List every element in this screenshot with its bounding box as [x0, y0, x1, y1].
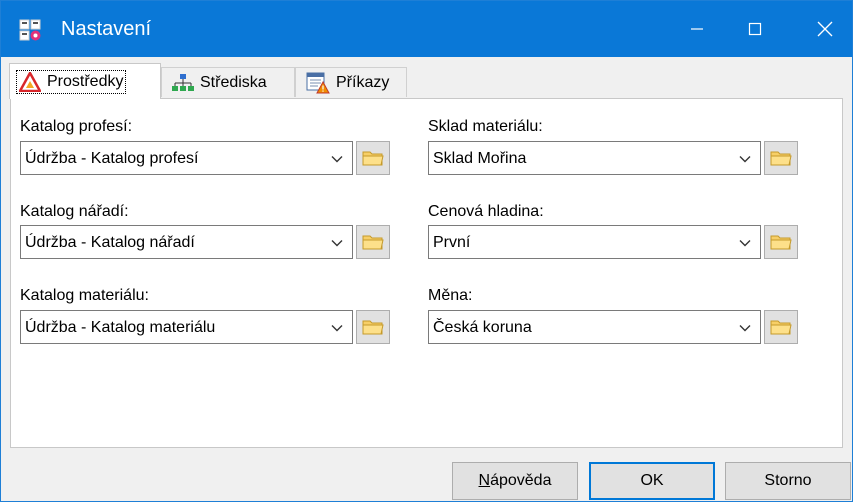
help-button[interactable]: Nápověda — [452, 462, 578, 500]
sklad-materialu-browse-button[interactable] — [764, 141, 798, 175]
cancel-label: Storno — [764, 472, 812, 489]
combo-value: Údržba - Katalog profesí — [25, 150, 199, 167]
tab-prostredky[interactable]: Prostředky — [9, 63, 161, 99]
close-button[interactable] — [795, 1, 853, 57]
katalog-profesi-label: Katalog profesí: — [20, 118, 133, 135]
tab-strip: Prostředky Střediska Příkazy — [9, 63, 842, 99]
tab-label: Prostředky — [47, 72, 124, 90]
maximize-button[interactable] — [725, 1, 785, 57]
katalog-profesi-browse-button[interactable] — [356, 141, 390, 175]
minimize-icon — [691, 28, 703, 30]
tab-label: Příkazy — [336, 73, 390, 91]
org-chart-icon — [172, 73, 194, 91]
settings-dialog: Nastavení Prostředky Střediska Příkazy K… — [0, 0, 853, 502]
folder-icon — [362, 320, 384, 335]
help-label: ápověda — [490, 472, 552, 489]
ok-button[interactable]: OK — [589, 462, 715, 500]
title-bar[interactable]: Nastavení — [1, 1, 852, 57]
combo-value: Česká koruna — [433, 319, 532, 336]
cenova-hladina-label: Cenová hladina: — [428, 203, 544, 220]
sklad-materialu-label: Sklad materiálu: — [428, 118, 543, 135]
chevron-down-icon — [739, 325, 751, 332]
ok-label: OK — [640, 472, 664, 489]
katalog-naradi-label: Katalog nářadí: — [20, 203, 129, 220]
katalog-profesi-combo[interactable]: Údržba - Katalog profesí — [20, 141, 353, 175]
chevron-down-icon — [331, 325, 343, 332]
folder-icon — [362, 151, 384, 166]
chevron-down-icon — [331, 156, 343, 163]
tab-strediska[interactable]: Střediska — [161, 67, 295, 97]
cenova-hladina-combo[interactable]: První — [428, 225, 761, 259]
chevron-down-icon — [739, 156, 751, 163]
chevron-down-icon — [739, 240, 751, 247]
window-title: Nastavení — [61, 18, 152, 40]
mena-browse-button[interactable] — [764, 310, 798, 344]
katalog-naradi-browse-button[interactable] — [356, 225, 390, 259]
katalog-materialu-label: Katalog materiálu: — [20, 287, 149, 304]
katalog-materialu-combo[interactable]: Údržba - Katalog materiálu — [20, 310, 353, 344]
cenova-hladina-browse-button[interactable] — [764, 225, 798, 259]
warning-triangle-icon — [19, 71, 41, 92]
combo-value: Sklad Mořina — [433, 150, 527, 167]
folder-icon — [770, 151, 792, 166]
combo-value: První — [433, 234, 471, 251]
help-accelerator: N — [478, 472, 491, 489]
folder-icon — [770, 235, 792, 250]
tab-prikazy[interactable]: Příkazy — [295, 67, 407, 97]
combo-value: Údržba - Katalog materiálu — [25, 319, 216, 336]
mena-label: Měna: — [428, 287, 473, 304]
folder-icon — [770, 320, 792, 335]
katalog-materialu-browse-button[interactable] — [356, 310, 390, 344]
combo-value: Údržba - Katalog nářadí — [25, 234, 195, 251]
tab-label: Střediska — [200, 73, 267, 91]
chevron-down-icon — [331, 240, 343, 247]
folder-icon — [362, 235, 384, 250]
sklad-materialu-combo[interactable]: Sklad Mořina — [428, 141, 761, 175]
tab-panel-prostredky: Katalog profesí: Údržba - Katalog profes… — [10, 98, 843, 448]
tab-focus-rect: Prostředky — [16, 69, 127, 94]
task-list-icon — [306, 72, 330, 93]
maximize-icon — [748, 22, 762, 36]
mena-combo[interactable]: Česká koruna — [428, 310, 761, 344]
app-icon — [19, 19, 41, 41]
katalog-naradi-combo[interactable]: Údržba - Katalog nářadí — [20, 225, 353, 259]
cancel-button[interactable]: Storno — [725, 462, 851, 500]
minimize-button[interactable] — [667, 1, 727, 57]
close-icon — [817, 21, 833, 37]
